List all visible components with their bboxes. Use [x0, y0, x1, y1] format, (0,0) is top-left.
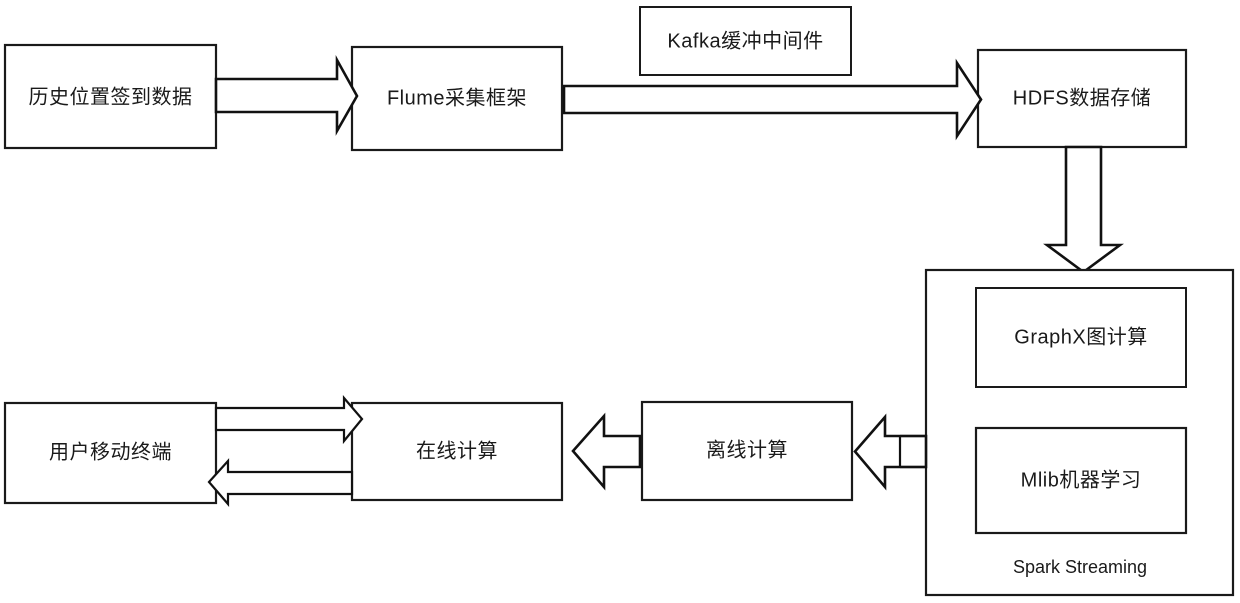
node-mlib-label: Mlib机器学习	[1021, 468, 1142, 491]
node-history-data-label: 历史位置签到数据	[29, 85, 193, 108]
node-graphx-label: GraphX图计算	[1014, 325, 1147, 348]
edge-online-to-user	[207, 458, 354, 507]
edge-user-to-online	[214, 395, 364, 445]
edge-history-to-flume	[214, 54, 359, 136]
edge-hdfs-to-spark	[1043, 145, 1124, 274]
node-history-data[interactable]: 历史位置签到数据	[3, 43, 218, 150]
node-hdfs-label: HDFS数据存储	[1013, 86, 1151, 109]
node-offline-compute-label: 离线计算	[706, 438, 788, 461]
node-kafka[interactable]: Kafka缓冲中间件	[639, 6, 852, 76]
node-offline-compute[interactable]: 离线计算	[640, 400, 854, 502]
node-flume-label: Flume采集框架	[387, 86, 527, 109]
diagram-canvas: 历史位置签到数据 Flume采集框架 Kafka缓冲中间件 HDFS数据存储 S…	[0, 0, 1240, 603]
node-user-terminal[interactable]: 用户移动终端	[3, 401, 218, 505]
edge-offline-to-online	[571, 412, 642, 491]
node-hdfs[interactable]: HDFS数据存储	[976, 48, 1188, 149]
node-mlib[interactable]: Mlib机器学习	[974, 426, 1188, 535]
node-user-terminal-label: 用户移动终端	[49, 440, 172, 463]
edge-spark-to-offline	[853, 413, 928, 491]
node-online-compute-label: 在线计算	[416, 439, 498, 462]
node-spark-streaming-label: Spark Streaming	[1013, 557, 1147, 577]
node-flume[interactable]: Flume采集框架	[350, 45, 564, 152]
node-kafka-label: Kafka缓冲中间件	[667, 29, 823, 52]
node-graphx[interactable]: GraphX图计算	[975, 287, 1187, 388]
node-online-compute[interactable]: 在线计算	[350, 401, 564, 502]
